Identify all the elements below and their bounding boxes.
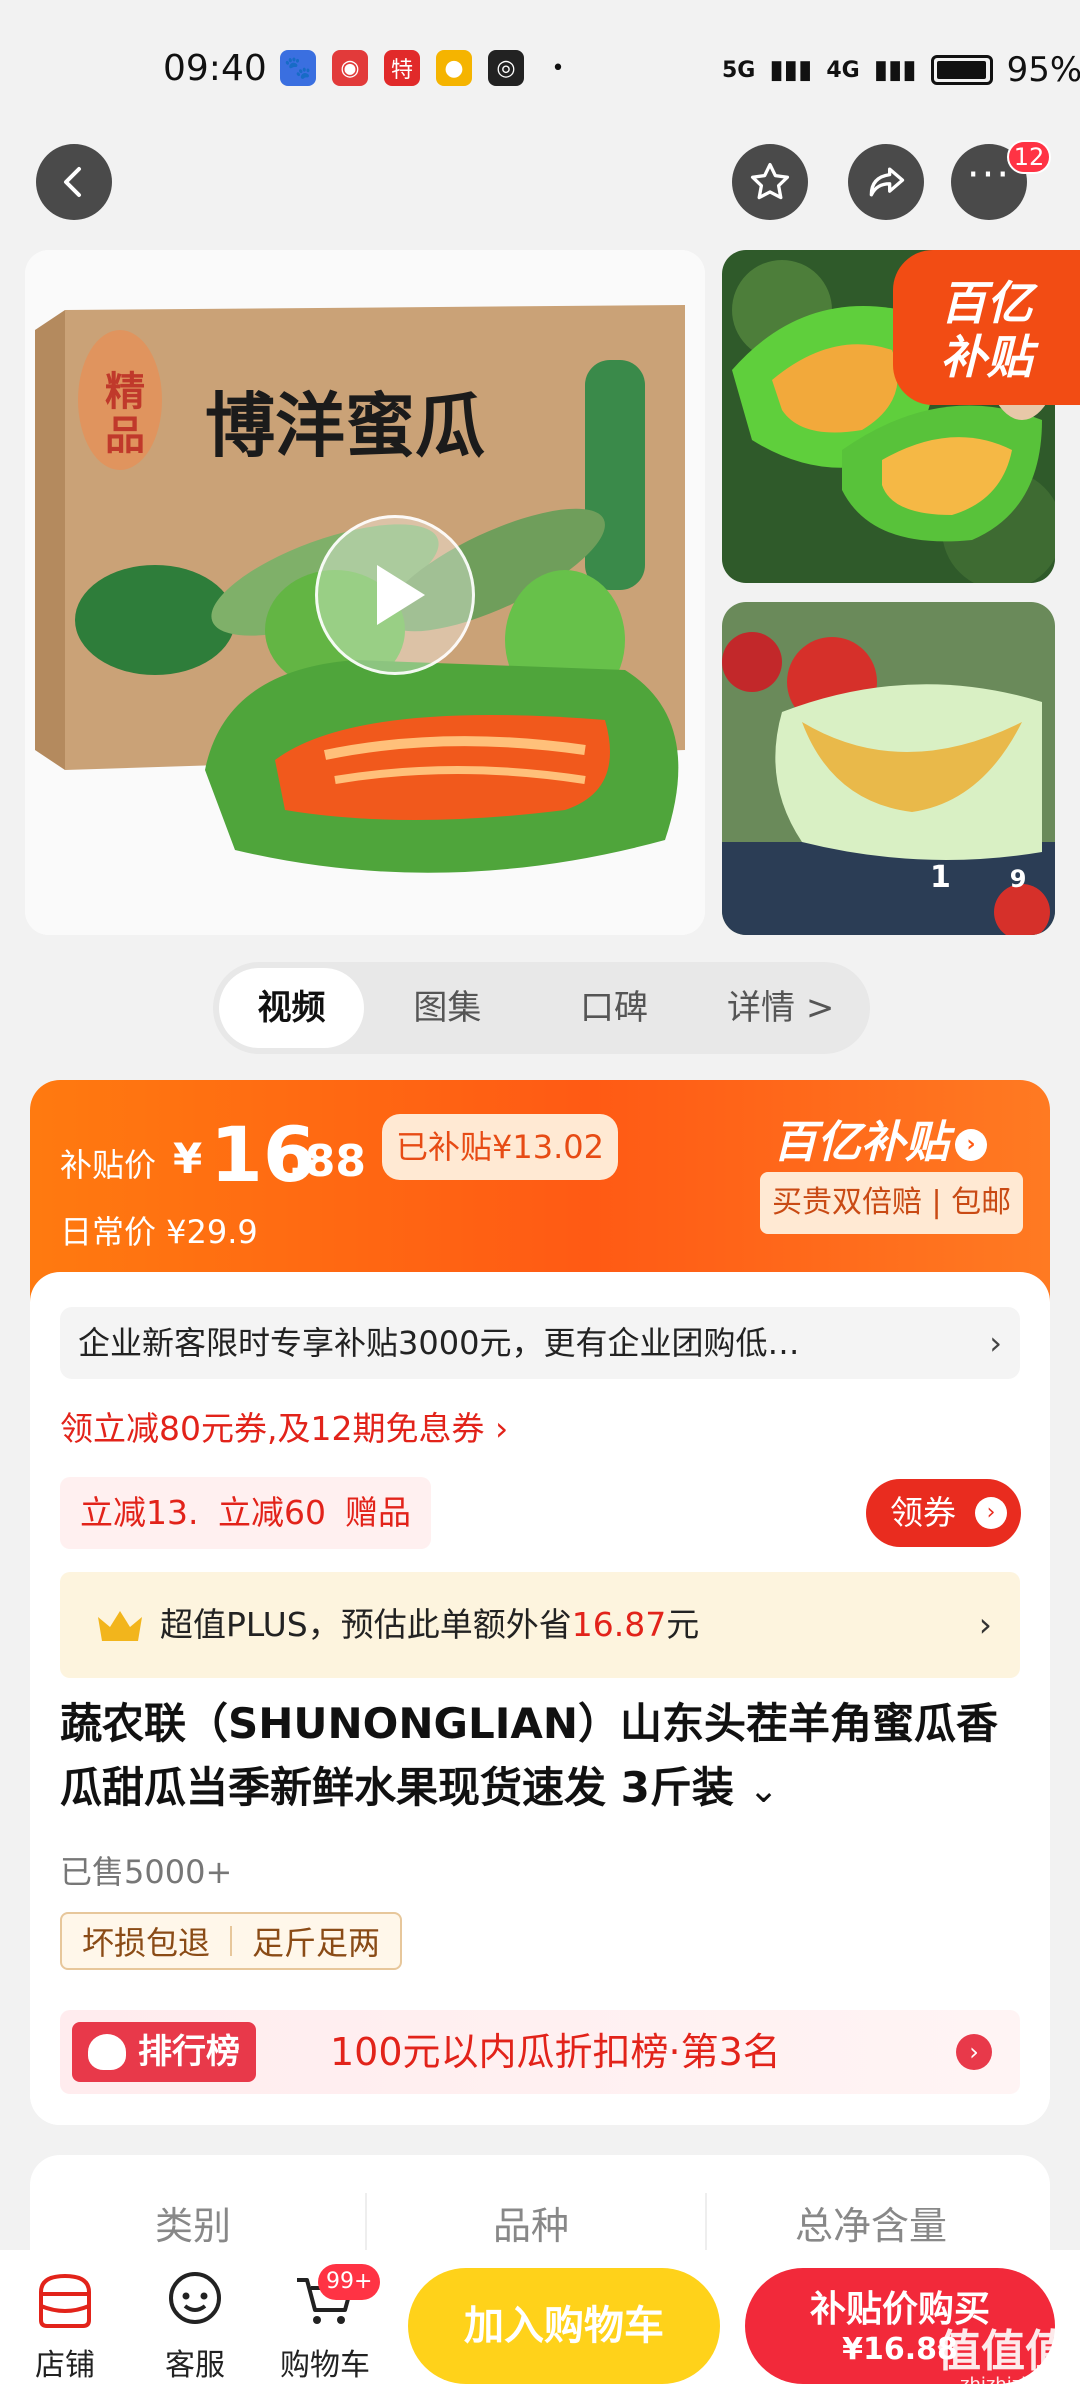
price-decimal: .88	[288, 1136, 366, 1187]
customer-service-label: 客服	[165, 2348, 225, 2383]
play-icon	[377, 565, 425, 625]
subsidy-corner-text: 百亿 补贴	[940, 276, 1033, 384]
baidu-icon: 🐾	[280, 50, 316, 86]
divider	[705, 2193, 707, 2253]
battery-icon	[930, 55, 993, 85]
plus-amount: 16.87	[571, 1605, 667, 1644]
tab-gallery[interactable]: 图集	[364, 968, 531, 1048]
tab-video[interactable]: 视频	[219, 968, 364, 1048]
weibo-icon: ●	[436, 50, 472, 86]
signal-5g: 5G	[722, 57, 756, 83]
share-icon	[869, 167, 905, 197]
chat-icon	[169, 2272, 221, 2324]
tab-details[interactable]: 详情 >	[697, 968, 864, 1048]
subsidy-amount-chip: 已补贴¥13.02	[382, 1114, 618, 1180]
wechat-icon: ◎	[488, 50, 524, 86]
media-tabs: 视频 图集 口碑 详情 >	[213, 962, 870, 1054]
spec-variety: 品种	[493, 2204, 570, 2248]
corporate-offer-row[interactable]: 企业新客限时专享补贴3000元，更有企业团购低… ›	[60, 1307, 1020, 1379]
signal-4g: 4G	[826, 57, 860, 83]
ranking-row[interactable]: 排行榜 100元以内瓜折扣榜·第3名 ›	[60, 2010, 1020, 2094]
plus-suffix: 元	[666, 1605, 700, 1644]
status-app-icons: 🐾 ◉ 特 ● ◎ •	[280, 50, 576, 86]
play-button[interactable]	[315, 515, 475, 675]
box-title-text: 博洋蜜瓜	[205, 384, 485, 467]
service-tag-damage-refund: 坏损包退	[82, 1924, 211, 1962]
product-title-text: 蔬农联（SHUNONGLIAN）山东头茬羊角蜜瓜香瓜甜瓜当季新鲜水果现货速发 3…	[60, 1699, 999, 1812]
ranking-badge-text: 排行榜	[138, 2032, 240, 2072]
tejia-icon: 特	[384, 50, 420, 86]
store-icon	[39, 2273, 91, 2328]
back-button[interactable]	[36, 144, 112, 220]
share-button[interactable]	[848, 144, 924, 220]
guarantee-badge: 买贵双倍赔 | 包邮	[760, 1172, 1024, 1234]
daily-price: 日常价 ¥29.9	[60, 1213, 258, 1251]
store-label: 店铺	[35, 2348, 95, 2383]
customer-service-button[interactable]: 客服	[140, 2250, 250, 2384]
plus-membership-row[interactable]: 超值PLUS，预估此单额外省16.87元 ›	[60, 1572, 1020, 1678]
add-to-cart-button[interactable]: 加入购物车	[408, 2268, 720, 2384]
coupon-link[interactable]: 领立减80元券,及12期免息券 ›	[60, 1402, 508, 1450]
notification-dot-icon: •	[551, 55, 565, 81]
counter-total: 9	[1009, 865, 1027, 893]
service-tags[interactable]: 坏损包退 足斤足两	[60, 1912, 403, 1970]
chevron-down-icon[interactable]: ⌄	[748, 1770, 778, 1811]
cart-label: 购物车	[280, 2348, 370, 2383]
status-bar: 09:40 🐾 ◉ 特 ● ◎ • 5G ▮▮▮ 4G ▮▮▮ 95%	[0, 0, 1080, 140]
claim-coupon-button[interactable]: 领券 ›	[866, 1479, 1021, 1547]
favorite-button[interactable]	[732, 144, 808, 220]
signal-bars-icon-2: ▮▮▮	[873, 55, 917, 85]
price-card-body: 企业新客限时专享补贴3000元，更有企业团购低… › 领立减80元券,及12期免…	[30, 1272, 1050, 2125]
more-badge: 12	[1007, 140, 1051, 174]
spec-category: 类别	[155, 2204, 232, 2248]
ranking-text: 100元以内瓜折扣榜·第3名	[330, 2030, 781, 2074]
product-title[interactable]: 蔬农联（SHUNONGLIAN）山东头茬羊角蜜瓜香瓜甜瓜当季新鲜水果现货速发 3…	[60, 1692, 1020, 1823]
spec-net-weight: 总净含量	[795, 2204, 948, 2248]
chevron-right-icon: ›	[978, 1605, 992, 1644]
price-label: 补贴价	[60, 1146, 157, 1184]
watermark-logo: 值值值	[937, 2326, 1069, 2377]
star-icon	[750, 162, 790, 200]
status-indicators: 5G ▮▮▮ 4G ▮▮▮ 95%	[722, 50, 1080, 90]
box-tag-text: 精品	[105, 369, 145, 459]
battery-percent: 95%	[1006, 50, 1080, 90]
counter-current: 1	[930, 860, 951, 895]
plus-text: 超值PLUS，预估此单额外省	[160, 1605, 572, 1644]
divider	[365, 2193, 367, 2253]
service-tag-full-weight: 足斤足两	[252, 1924, 381, 1962]
trophy-icon	[88, 2034, 126, 2070]
corporate-offer-text: 企业新客限时专享补贴3000元，更有企业团购低…	[78, 1324, 800, 1362]
product-video-cover[interactable]: 博洋蜜瓜 精品	[25, 250, 705, 935]
tab-reviews[interactable]: 口碑	[531, 968, 698, 1048]
crown-icon	[98, 1611, 142, 1641]
price-currency: ¥	[173, 1134, 203, 1183]
watermark-url: zhizhizhi.com	[960, 2374, 1080, 2395]
chevron-right-icon: ›	[989, 1324, 1002, 1362]
chevron-left-icon	[64, 167, 81, 197]
status-time: 09:40	[163, 48, 267, 89]
gallery-counter: 1 9	[930, 860, 1026, 895]
sold-count: 已售5000+	[60, 1853, 233, 1891]
chevron-right-icon: ›	[955, 1129, 987, 1161]
claim-coupon-label: 领券	[890, 1493, 956, 1532]
chevron-right-icon: ›	[956, 2034, 992, 2070]
cart-badge: 99+	[318, 2264, 381, 2300]
bottom-action-bar: 店铺 客服 购物车 99+ 加入购物车 补贴价购买 ¥16.88 值值值 zhi…	[0, 2250, 1080, 2400]
jd-icon: ◉	[332, 50, 368, 86]
chevron-right-icon: ›	[975, 1497, 1007, 1529]
store-button[interactable]: 店铺	[10, 2250, 120, 2384]
subsidy-brand-text: 百亿补贴	[773, 1117, 949, 1168]
subsidy-corner-tag: 百亿 补贴	[893, 250, 1080, 405]
subsidy-brand-link[interactable]: 百亿补贴 ›	[773, 1106, 987, 1170]
more-icon: ···	[966, 152, 1012, 198]
gift-chip: 赠品	[325, 1477, 431, 1549]
discount-chip-2: 立减60	[198, 1477, 346, 1549]
gallery-thumb-2[interactable]: 1 9	[722, 602, 1055, 935]
signal-bars-icon: ▮▮▮	[769, 55, 813, 85]
price-card: 补贴价 ¥ 16 .88 已补贴¥13.02 日常价 ¥29.9 百亿补贴 › 买…	[30, 1080, 1050, 2125]
ranking-badge: 排行榜	[72, 2022, 256, 2082]
